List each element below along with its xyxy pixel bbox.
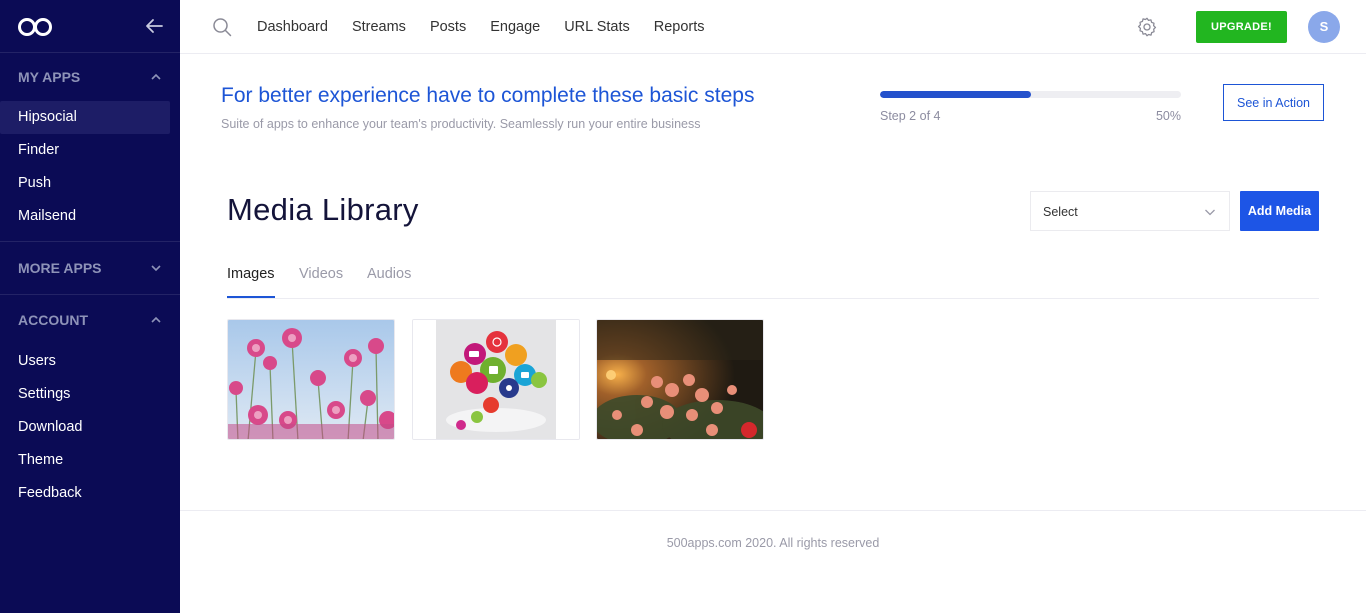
sidebar-item-finder[interactable]: Finder [0, 134, 170, 167]
sidebar-item-feedback[interactable]: Feedback [0, 477, 170, 510]
nav-dashboard[interactable]: Dashboard [257, 19, 328, 35]
media-filter-select[interactable]: Select [1030, 191, 1230, 231]
my-apps-toggle[interactable]: MY APPS [0, 53, 180, 101]
more-apps-toggle[interactable]: MORE APPS [0, 242, 180, 294]
step-percent-label: 50% [1155, 109, 1181, 123]
chevron-down-icon [151, 265, 161, 272]
active-tab-indicator [227, 296, 275, 298]
sidebar-item-mailsend[interactable]: Mailsend [0, 200, 170, 233]
see-in-action-button[interactable]: See in Action [1223, 84, 1324, 121]
chevron-down-icon [1205, 209, 1215, 216]
more-apps-section: MORE APPS [0, 242, 180, 295]
nav-reports[interactable]: Reports [654, 19, 705, 35]
sidebar-item-theme[interactable]: Theme [0, 444, 170, 477]
chevron-up-icon [151, 316, 161, 323]
upgrade-button[interactable]: UPGRADE! [1196, 11, 1287, 43]
sidebar-item-users[interactable]: Users [0, 345, 170, 378]
select-value: Select [1043, 205, 1078, 219]
steps-progress-fill [880, 91, 1031, 98]
avatar[interactable]: S [1308, 11, 1340, 43]
steps-subtitle: Suite of apps to enhance your team's pro… [221, 117, 701, 131]
footer-copyright: 500apps.com 2020. All rights reserved [666, 536, 880, 550]
nav-streams[interactable]: Streams [352, 19, 406, 35]
add-media-button[interactable]: Add Media [1240, 191, 1319, 231]
logo-icon[interactable] [17, 17, 53, 37]
collapse-sidebar-icon[interactable] [142, 14, 166, 38]
sidebar-item-push[interactable]: Push [0, 167, 170, 200]
main-nav: Dashboard Streams Posts Engage URL Stats… [257, 0, 729, 54]
chevron-up-icon [151, 73, 161, 80]
page-title: Media Library [227, 192, 419, 227]
social-icons-image [413, 320, 579, 439]
gear-icon[interactable] [1136, 16, 1158, 38]
more-apps-heading: MORE APPS [18, 260, 102, 276]
pink-flowers-image [228, 320, 394, 439]
nav-posts[interactable]: Posts [430, 19, 466, 35]
sidebar-item-settings[interactable]: Settings [0, 378, 170, 411]
media-thumbnail-pink-flowers[interactable] [227, 319, 395, 440]
tab-images[interactable]: Images [227, 266, 275, 282]
tab-videos[interactable]: Videos [299, 266, 343, 282]
account-section: ACCOUNT Users Settings Download Theme Fe… [0, 295, 180, 510]
nav-url-stats[interactable]: URL Stats [564, 19, 630, 35]
sidebar-header [0, 0, 180, 53]
my-apps-section: MY APPS Hipsocial Finder Push Mailsend [0, 53, 180, 242]
sidebar-item-download[interactable]: Download [0, 411, 170, 444]
step-count-label: Step 2 of 4 [880, 109, 941, 123]
app-root: MY APPS Hipsocial Finder Push Mailsend M… [0, 0, 1366, 613]
steps-title: For better experience have to complete t… [221, 84, 755, 107]
top-bar: Dashboard Streams Posts Engage URL Stats… [180, 0, 1366, 54]
sunset-flowers-image [597, 320, 763, 439]
media-thumbnail-social-icons[interactable] [412, 319, 580, 440]
media-thumbnail-sunset-flowers[interactable] [596, 319, 764, 440]
my-apps-heading: MY APPS [18, 69, 81, 85]
sidebar: MY APPS Hipsocial Finder Push Mailsend M… [0, 0, 180, 613]
footer-divider [180, 510, 1366, 511]
steps-progress-bar [880, 91, 1181, 98]
account-toggle[interactable]: ACCOUNT [0, 295, 180, 345]
sidebar-item-hipsocial[interactable]: Hipsocial [0, 101, 170, 134]
nav-engage[interactable]: Engage [490, 19, 540, 35]
media-tabs: Images Videos Audios [227, 253, 1319, 299]
account-heading: ACCOUNT [18, 312, 88, 328]
search-icon[interactable] [212, 17, 232, 37]
tab-audios[interactable]: Audios [367, 266, 411, 282]
